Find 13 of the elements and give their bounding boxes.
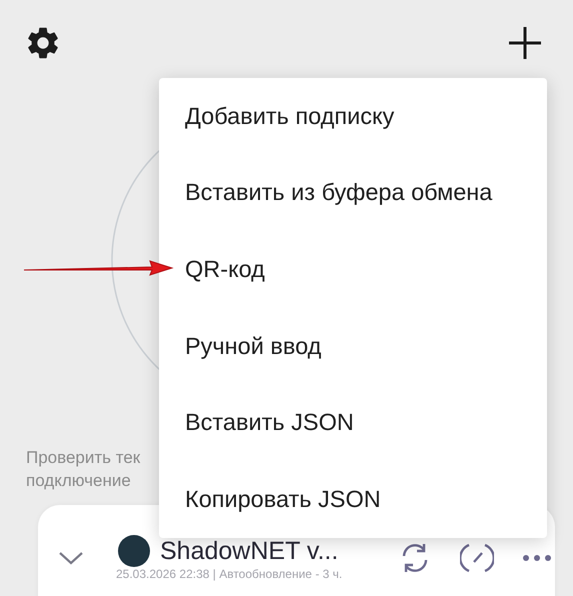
menu-item[interactable]: QR-код (159, 231, 547, 308)
profile-meta: 25.03.2026 22:38 | Автообновление - 3 ч. (116, 567, 344, 581)
chevron-down-icon[interactable] (58, 550, 84, 566)
menu-item[interactable]: Вставить из буфера обмена (159, 154, 547, 232)
speed-gauge-icon[interactable] (460, 541, 494, 575)
profile-name: ShadowNET v... (160, 536, 338, 566)
menu-item[interactable]: Добавить подписку (159, 78, 547, 155)
menu-item[interactable]: Копировать JSON (159, 460, 547, 538)
avatar-icon (118, 535, 150, 567)
menu-item[interactable]: Ручной ввод (159, 308, 547, 384)
more-icon[interactable] (522, 554, 552, 562)
add-icon[interactable] (507, 25, 543, 61)
menu-item[interactable]: Вставить JSON (159, 384, 547, 461)
